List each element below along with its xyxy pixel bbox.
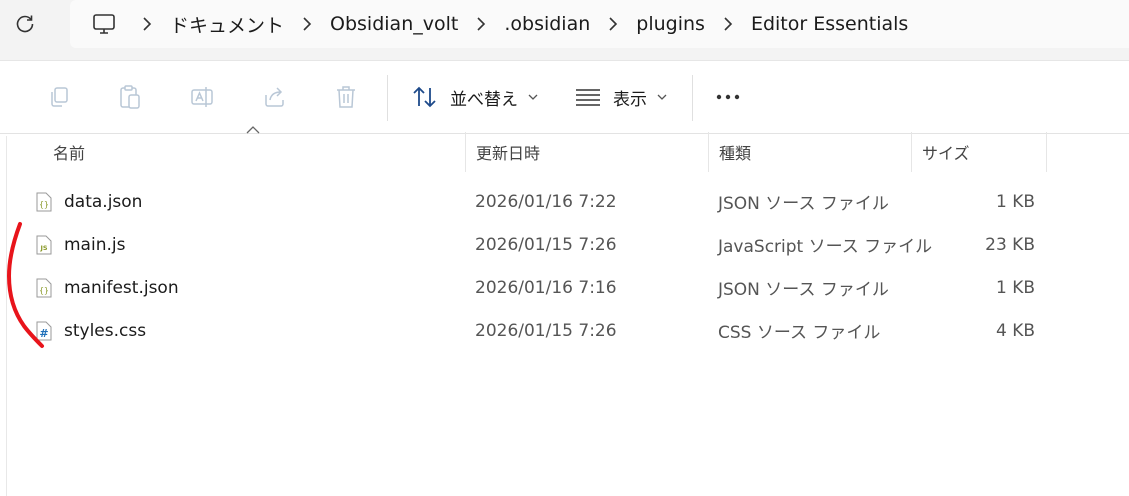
- breadcrumb-documents[interactable]: ドキュメント: [170, 0, 284, 48]
- file-name: main.js: [64, 234, 126, 255]
- table-row[interactable]: {} data.json 2026/01/16 7:22 JSON ソース ファ…: [0, 180, 1129, 223]
- this-pc-icon[interactable]: [84, 0, 124, 48]
- column-header: 名前 更新日時 種類 サイズ: [0, 126, 1129, 172]
- file-type: JSON ソース ファイル: [718, 194, 889, 214]
- file-type: CSS ソース ファイル: [718, 323, 881, 343]
- file-name: manifest.json: [64, 277, 179, 298]
- copy-icon: [51, 87, 68, 107]
- chevron-right-icon[interactable]: [458, 0, 504, 48]
- share-icon: [265, 87, 284, 107]
- css-file-icon: #: [36, 320, 54, 342]
- file-date: 2026/01/15 7:26: [475, 320, 617, 341]
- address-bar-area: ドキュメント Obsidian_volt .obsidian plugins E…: [0, 0, 1129, 60]
- copy-button[interactable]: [41, 79, 77, 115]
- more-options-button[interactable]: [710, 79, 746, 115]
- rename-button[interactable]: [185, 79, 221, 115]
- view-list-icon: [575, 87, 601, 107]
- clipboard-icon: [120, 85, 140, 109]
- chevron-right-icon[interactable]: [705, 0, 751, 48]
- toolbar-divider: [692, 75, 693, 121]
- table-row[interactable]: {} manifest.json 2026/01/16 7:16 JSON ソー…: [0, 266, 1129, 309]
- chevron-right-icon[interactable]: [284, 0, 330, 48]
- file-size: 4 KB: [995, 320, 1035, 341]
- breadcrumb-vault[interactable]: Obsidian_volt: [330, 0, 458, 48]
- column-date[interactable]: 更新日時: [466, 132, 708, 172]
- view-button[interactable]: 表示: [575, 79, 667, 115]
- file-size: 1 KB: [995, 191, 1035, 212]
- file-date: 2026/01/16 7:22: [475, 191, 617, 212]
- file-list: {} data.json 2026/01/16 7:22 JSON ソース ファ…: [0, 180, 1129, 352]
- file-type: JSON ソース ファイル: [718, 280, 889, 300]
- file-name: styles.css: [64, 320, 147, 341]
- chevron-right-icon[interactable]: [124, 0, 170, 48]
- column-size[interactable]: サイズ: [912, 132, 1046, 172]
- sort-icon: [412, 85, 438, 109]
- chevron-down-icon: [657, 94, 667, 100]
- breadcrumb-current-folder[interactable]: Editor Essentials: [751, 0, 908, 48]
- view-label: 表示: [613, 89, 647, 110]
- file-size: 1 KB: [995, 277, 1035, 298]
- column-type[interactable]: 種類: [709, 132, 911, 172]
- sort-button[interactable]: 並べ替え: [412, 79, 538, 115]
- file-size: 23 KB: [985, 234, 1035, 255]
- refresh-button[interactable]: [10, 10, 40, 38]
- breadcrumb[interactable]: ドキュメント Obsidian_volt .obsidian plugins E…: [70, 0, 1129, 48]
- more-icon: [716, 94, 740, 100]
- delete-button[interactable]: [328, 79, 364, 115]
- json-file-icon: {}: [36, 277, 54, 299]
- json-file-icon: {}: [36, 191, 54, 213]
- table-row[interactable]: JS main.js 2026/01/15 7:26 JavaScript ソー…: [0, 223, 1129, 266]
- breadcrumb-plugins[interactable]: plugins: [636, 0, 705, 48]
- file-name: data.json: [64, 191, 143, 212]
- svg-text:{}: {}: [39, 200, 49, 209]
- column-divider[interactable]: [1046, 132, 1047, 172]
- rename-icon: [191, 87, 213, 107]
- share-button[interactable]: [257, 79, 293, 115]
- file-date: 2026/01/16 7:16: [475, 277, 617, 298]
- svg-text:{}: {}: [39, 286, 49, 295]
- table-row[interactable]: # styles.css 2026/01/15 7:26 CSS ソース ファイ…: [0, 309, 1129, 352]
- sort-label: 並べ替え: [450, 89, 518, 110]
- js-file-icon: JS: [36, 234, 54, 256]
- paste-button[interactable]: [112, 79, 148, 115]
- svg-text:JS: JS: [39, 244, 47, 252]
- command-bar: 並べ替え 表示: [0, 60, 1129, 134]
- refresh-icon: [16, 15, 34, 33]
- trash-icon: [337, 86, 355, 108]
- column-name[interactable]: 名前: [43, 132, 465, 172]
- breadcrumb-obsidian[interactable]: .obsidian: [504, 0, 590, 48]
- svg-text:#: #: [39, 327, 48, 340]
- toolbar-divider: [387, 75, 388, 121]
- file-type: JavaScript ソース ファイル: [718, 237, 933, 257]
- chevron-down-icon: [528, 94, 538, 100]
- file-date: 2026/01/15 7:26: [475, 234, 617, 255]
- chevron-right-icon[interactable]: [590, 0, 636, 48]
